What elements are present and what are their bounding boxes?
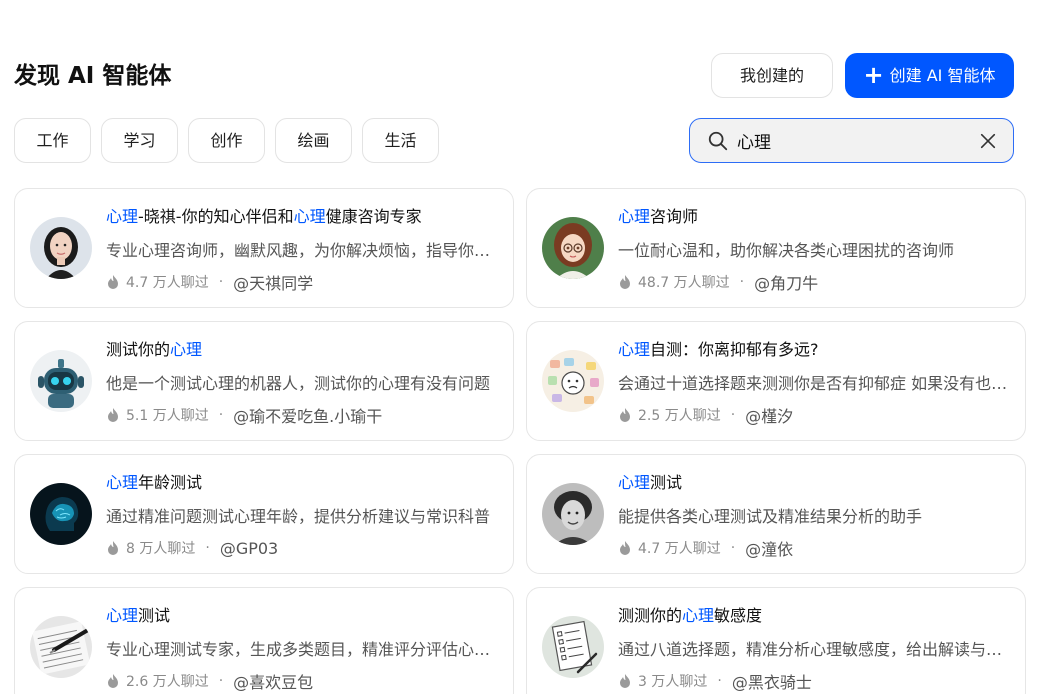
agent-name: 心理咨询师 [618,207,699,226]
agent-description: 通过精准问题测试心理年龄，提供分析建议与常识科普 [106,507,491,526]
separator-dot: · [717,673,722,689]
fire-icon [620,275,630,289]
page-title: 发现 AI 智能体 [14,63,172,89]
agent-name: 测测你的心理敏感度 [618,606,763,625]
agent-card[interactable]: 心理测试 能提供各类心理测试及精准结果分析的助手 4.7 万人聊过 · @潼依 [526,454,1026,574]
agent-name: 心理-晓祺-你的知心伴侣和心理健康咨询专家 [106,207,422,226]
create-agent-label: 创建 AI 智能体 [889,66,996,85]
agent-card[interactable]: 心理年龄测试 通过精准问题测试心理年龄，提供分析建议与常识科普 8 万人聊过 ·… [14,454,514,574]
agent-meta: 8 万人聊过 · @GP03 [106,536,497,560]
chat-count: 8 万人聊过 [126,541,196,557]
chat-count: 3 万人聊过 [638,674,708,690]
search-input[interactable] [737,125,979,156]
fire-icon [108,541,118,555]
fire-icon [108,275,118,289]
separator-dot: · [218,274,224,290]
agent-name: 心理测试 [106,606,171,625]
category-chip-draw[interactable]: 绘画 [275,118,352,163]
search-icon [708,131,728,150]
old-man-portrait-icon [542,483,604,545]
separator-dot: · [205,540,210,556]
chat-count: 5.1 万人聊过 [126,408,209,424]
agent-meta: 48.7 万人聊过 · @角刀牛 [618,270,1009,294]
separator-dot: · [218,673,224,689]
agent-author[interactable]: @潼依 [745,536,793,560]
agent-description: 能提供各类心理测试及精准结果分析的助手 [618,507,923,526]
separator-dot: · [730,407,736,423]
agent-card[interactable]: 心理自测：你离抑郁有多远? 会通过十道选择题来测测你是否有抑郁症 如果没有也会给… [526,321,1026,441]
agent-name: 心理测试 [618,473,683,492]
agent-card[interactable]: 测测你的心理敏感度 通过八道选择题，精准分析心理敏感度，给出解读与建议 3 万人… [526,587,1026,694]
discover-agents-page: 发现 AI 智能体 我创建的 + 创建 AI 智能体 工作 学习 创作 绘画 生… [0,0,1060,694]
agent-author[interactable]: @天祺同学 [233,270,313,294]
category-chip-study[interactable]: 学习 [101,118,178,163]
agent-meta: 2.6 万人聊过 · @喜欢豆包 [106,669,497,693]
agent-author[interactable]: @角刀牛 [754,270,818,294]
separator-dot: · [218,407,224,423]
create-agent-button[interactable]: + 创建 AI 智能体 [845,53,1014,98]
category-chip-work[interactable]: 工作 [14,118,91,163]
plus-icon: + [863,60,884,89]
category-chip-create[interactable]: 创作 [188,118,265,163]
separator-dot: · [730,540,736,556]
agent-description: 他是一个测试心理的机器人，测试你的心理有没有问题 [106,374,491,393]
agent-author[interactable]: @瑜不爱吃鱼.小瑜干 [233,403,382,427]
agent-grid: 心理-晓祺-你的知心伴侣和心理健康咨询专家 专业心理咨询师，幽默风趣，为你解决烦… [14,188,1026,694]
clear-search-icon[interactable] [979,132,997,150]
agent-meta: 4.7 万人聊过 · @潼依 [618,536,1009,560]
agent-meta: 3 万人聊过 · @黑衣骑士 [618,669,1009,693]
agent-name: 测试你的心理 [106,340,203,359]
fire-icon [108,408,118,422]
my-created-button[interactable]: 我创建的 [711,53,833,98]
chat-count: 2.5 万人聊过 [638,408,721,424]
agent-author[interactable]: @GP03 [220,539,278,558]
checklist-icon [542,616,604,678]
fire-icon [620,541,630,555]
emotion-chart-icon [542,350,604,412]
agent-name: 心理自测：你离抑郁有多远? [618,340,819,359]
agent-card[interactable]: 心理咨询师 一位耐心温和，助你解决各类心理困扰的咨询师 48.7 万人聊过 · … [526,188,1026,308]
agent-author[interactable]: @喜欢豆包 [233,669,313,693]
agent-name: 心理年龄测试 [106,473,203,492]
search-box[interactable] [689,118,1014,163]
agent-meta: 4.7 万人聊过 · @天祺同学 [106,270,497,294]
anime-girl-glasses-icon [542,217,604,279]
fire-icon [108,674,118,688]
fire-icon [620,408,630,422]
agent-card[interactable]: 心理-晓祺-你的知心伴侣和心理健康咨询专家 专业心理咨询师，幽默风趣，为你解决烦… [14,188,514,308]
chat-count: 4.7 万人聊过 [638,541,721,557]
agent-description: 一位耐心温和，助你解决各类心理困扰的咨询师 [618,241,955,260]
separator-dot: · [739,274,745,290]
agent-meta: 2.5 万人聊过 · @槿汐 [618,403,1009,427]
agent-description: 通过八道选择题，精准分析心理敏感度，给出解读与建议 [618,640,1008,659]
robot-icon [30,350,92,412]
agent-description: 专业心理咨询师，幽默风趣，为你解决烦恼，指导你心理健康成长 [106,241,496,260]
chat-count: 4.7 万人聊过 [126,275,209,291]
fire-icon [620,674,630,688]
agent-author[interactable]: @黑衣骑士 [732,669,812,693]
agent-card[interactable]: 测试你的心理 他是一个测试心理的机器人，测试你的心理有没有问题 5.1 万人聊过… [14,321,514,441]
agent-author[interactable]: @槿汐 [745,403,793,427]
agent-description: 专业心理测试专家，生成多类题目，精准评分评估心理状态 [106,640,496,659]
woman-portrait-icon [30,217,92,279]
agent-description: 会通过十道选择题来测测你是否有抑郁症 如果没有也会给出建议 [618,374,1008,393]
pen-paper-icon [30,616,92,678]
chat-count: 48.7 万人聊过 [638,275,730,291]
category-tabs: 工作 学习 创作 绘画 生活 [14,118,439,163]
brain-head-icon [30,483,92,545]
agent-card[interactable]: 心理测试 专业心理测试专家，生成多类题目，精准评分评估心理状态 2.6 万人聊过… [14,587,514,694]
agent-meta: 5.1 万人聊过 · @瑜不爱吃鱼.小瑜干 [106,403,497,427]
chat-count: 2.6 万人聊过 [126,674,209,690]
category-chip-life[interactable]: 生活 [362,118,439,163]
